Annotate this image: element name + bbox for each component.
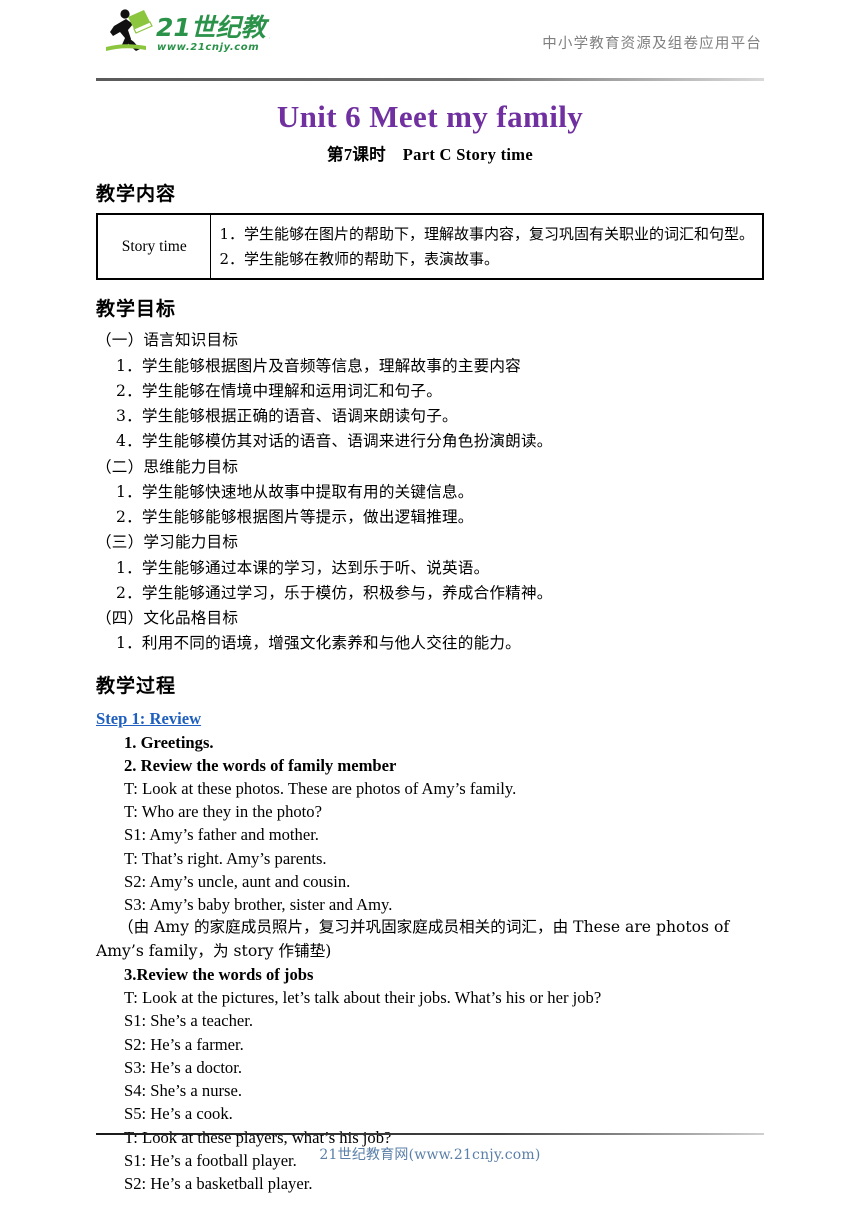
objective-item: 2．学生能够通过学习，乐于模仿，积极参与，养成合作精神。 bbox=[116, 583, 553, 602]
dialogue-line: S1: Amy’s father and mother. bbox=[124, 825, 319, 845]
step-sub-heading: 1. Greetings. bbox=[124, 732, 214, 752]
page-subtitle: 第7课时 Part C Story time bbox=[327, 144, 533, 164]
objective-group-title: （一）语言知识目标 bbox=[96, 331, 239, 350]
section-heading-process: 教学过程 bbox=[96, 674, 177, 697]
content-table: Story time 1．学生能够在图片的帮助下，理解故事内容，复习巩固有关职业… bbox=[96, 212, 764, 281]
header-divider bbox=[96, 78, 764, 81]
dialogue-line: S3: Amy’s baby brother, sister and Amy. bbox=[124, 895, 393, 915]
logo-url: www.21cnjy.com bbox=[157, 42, 259, 53]
dialogue-line: S2: He’s a basketball player. bbox=[124, 1174, 313, 1193]
objective-item: 1．利用不同的语境，增强文化素养和与他人交往的能力。 bbox=[116, 634, 521, 653]
footer-divider bbox=[96, 1133, 764, 1135]
objective-group-title: （四）文化品格目标 bbox=[96, 609, 239, 627]
objective-item: 2．学生能够在情境中理解和运用词汇和句子。 bbox=[116, 381, 442, 400]
title-block: Unit 6 Meet my family 第7课时 Part C Story … bbox=[96, 98, 764, 165]
page-title: Unit 6 Meet my family bbox=[276, 99, 584, 134]
objectives-group: （三）学习能力目标 1．学生能够通过本课的学习，达到乐于听、说英语。 2．学生能… bbox=[96, 530, 764, 606]
objective-item: 1．学生能够通过本课的学习，达到乐于听、说英语。 bbox=[116, 558, 490, 577]
objectives-group: （四）文化品格目标 1．利用不同的语境，增强文化素养和与他人交往的能力。 bbox=[96, 606, 764, 657]
footer-text: 21世纪教育网(www.21cnjy.com) bbox=[319, 1147, 541, 1163]
step-sub-heading: 3.Review the words of jobs bbox=[124, 965, 314, 985]
logo-graphic: 21世纪教育 www.21cnjy.com bbox=[106, 9, 270, 53]
objective-item: 1．学生能够快速地从故事中提取有用的关键信息。 bbox=[116, 482, 474, 501]
page-header: 21世纪教育 www.21cnjy.com 中小学教育资源及组卷应用平台 bbox=[96, 0, 764, 68]
logo-wordmark: 21世纪教育 bbox=[156, 13, 270, 42]
step-sub-heading: 2. Review the words of family member bbox=[124, 755, 397, 775]
objective-item: 3．学生能够根据正确的语音、语调来朗读句子。 bbox=[116, 407, 458, 425]
table-cell-body: 1．学生能够在图片的帮助下，理解故事内容，复习巩固有关职业的词汇和句型。 2．学… bbox=[210, 213, 764, 280]
dialogue-line: S4: She’s a nurse. bbox=[124, 1081, 242, 1101]
section-heading-objectives: 教学目标 bbox=[96, 298, 177, 321]
document-page: 21世纪教育 www.21cnjy.com 中小学教育资源及组卷应用平台 Uni… bbox=[0, 0, 860, 1216]
teaching-note: （由 Amy 的家庭成员照片，复习并巩固家庭成员相关的词汇，由 These ar… bbox=[96, 918, 730, 960]
site-logo: 21世纪教育 www.21cnjy.com bbox=[98, 6, 270, 54]
running-person-icon bbox=[106, 9, 153, 51]
objective-group-title: （二）思维能力目标 bbox=[96, 457, 239, 476]
objectives-group: （一）语言知识目标 1．学生能够根据图片及音频等信息，理解故事的主要内容 2．学… bbox=[96, 328, 764, 454]
table-body-item: 1．学生能够在图片的帮助下，理解故事内容，复习巩固有关职业的词汇和句型。 bbox=[219, 224, 754, 243]
dialogue-line: T: Look at the pictures, let’s talk abou… bbox=[124, 988, 602, 1008]
dialogue-line: T: Look at these photos. These are photo… bbox=[124, 778, 517, 798]
dialogue-line: S3: He’s a doctor. bbox=[124, 1057, 242, 1077]
table-row: Story time 1．学生能够在图片的帮助下，理解故事内容，复习巩固有关职业… bbox=[96, 213, 764, 280]
step-1-block: Step 1: Review 1. Greetings. 2. Review t… bbox=[96, 705, 764, 1196]
dialogue-line: S2: He’s a farmer. bbox=[124, 1034, 244, 1054]
dialogue-line: S5: He’s a cook. bbox=[124, 1104, 233, 1124]
section-heading-content: 教学内容 bbox=[96, 182, 177, 205]
dialogue-line: S1: She’s a teacher. bbox=[124, 1011, 254, 1031]
dialogue-line: T: Who are they in the photo? bbox=[124, 802, 322, 822]
objective-item: 4．学生能够模仿其对话的语音、语调来进行分角色扮演朗读。 bbox=[116, 432, 553, 451]
table-body-item: 2．学生能够在教师的帮助下，表演故事。 bbox=[219, 249, 499, 268]
objective-item: 1．学生能够根据图片及音频等信息，理解故事的主要内容 bbox=[116, 356, 521, 375]
step-1-heading-link[interactable]: Step 1: Review bbox=[96, 709, 201, 729]
objective-item: 2．学生能够能够根据图片等提示，做出逻辑推理。 bbox=[116, 508, 474, 526]
objective-group-title: （三）学习能力目标 bbox=[96, 533, 239, 552]
objectives-group: （二）思维能力目标 1．学生能够快速地从故事中提取有用的关键信息。 2．学生能够… bbox=[96, 455, 764, 531]
dialogue-line: T: That’s right. Amy’s parents. bbox=[124, 848, 327, 868]
table-cell-label: Story time bbox=[96, 213, 212, 280]
header-tagline: 中小学教育资源及组卷应用平台 bbox=[542, 36, 762, 52]
dialogue-line: S2: Amy’s uncle, aunt and cousin. bbox=[124, 871, 351, 891]
